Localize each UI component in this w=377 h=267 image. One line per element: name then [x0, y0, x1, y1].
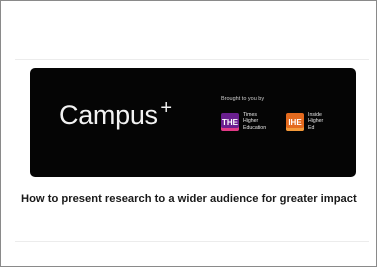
article-title-link[interactable]: How to present research to a wider audie…	[21, 193, 369, 206]
campus-plus-sign: +	[160, 97, 172, 119]
ihe-logo-name: Inside Higher Ed	[308, 112, 324, 131]
the-logo-icon: THE	[221, 113, 239, 131]
bottom-divider	[15, 241, 369, 242]
top-divider	[15, 59, 369, 60]
ihe-logo-icon: IHE	[286, 113, 304, 131]
brought-to-you-label: Brought to you by	[221, 96, 265, 102]
campus-plus-banner[interactable]: Campus + Brought to you by THE Times High…	[30, 68, 356, 177]
campus-logo: Campus +	[59, 98, 172, 130]
the-logo-name: Times Higher Education	[243, 112, 267, 131]
campus-logo-text: Campus	[59, 100, 158, 130]
page-frame: Campus + Brought to you by THE Times High…	[0, 0, 377, 267]
